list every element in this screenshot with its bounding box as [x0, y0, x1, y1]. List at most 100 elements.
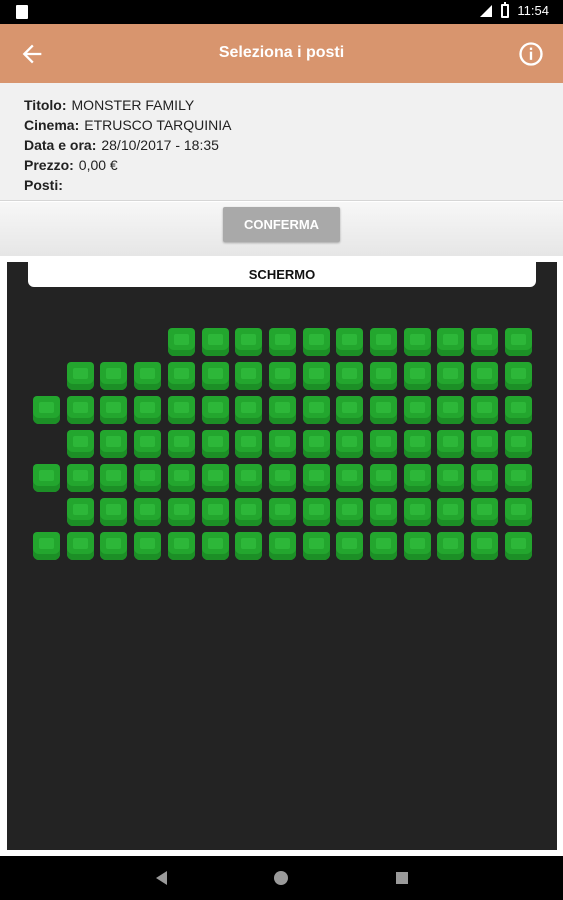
seat[interactable] [33, 464, 60, 492]
seat[interactable] [370, 464, 397, 492]
seat[interactable] [471, 532, 499, 560]
seat[interactable] [167, 498, 195, 526]
seat[interactable] [370, 396, 397, 424]
seat[interactable] [437, 532, 465, 560]
seat[interactable] [403, 464, 431, 492]
seat[interactable] [100, 430, 128, 458]
seat[interactable] [504, 362, 532, 390]
seat[interactable] [504, 396, 532, 424]
seat[interactable] [336, 532, 364, 560]
seat[interactable] [336, 430, 364, 458]
seat[interactable] [504, 328, 532, 356]
seat[interactable] [437, 362, 465, 390]
seat[interactable] [471, 430, 499, 458]
seat[interactable] [66, 464, 94, 492]
seat[interactable] [504, 464, 532, 492]
seat[interactable] [167, 362, 195, 390]
seat[interactable] [33, 532, 60, 560]
seat[interactable] [66, 362, 94, 390]
seat[interactable] [471, 464, 499, 492]
seat[interactable] [471, 396, 499, 424]
seat[interactable] [437, 328, 465, 356]
seat[interactable] [66, 430, 94, 458]
seat[interactable] [201, 362, 229, 390]
seat[interactable] [302, 396, 330, 424]
seat[interactable] [504, 532, 532, 560]
seat[interactable] [235, 396, 263, 424]
info-icon[interactable] [517, 40, 545, 68]
seat[interactable] [336, 464, 364, 492]
seat[interactable] [134, 498, 162, 526]
seat[interactable] [302, 464, 330, 492]
seat[interactable] [370, 498, 397, 526]
nav-recents-icon[interactable] [396, 872, 408, 884]
seat[interactable] [134, 396, 162, 424]
seat[interactable] [336, 328, 364, 356]
seat[interactable] [100, 396, 128, 424]
seat[interactable] [235, 328, 263, 356]
seat[interactable] [437, 396, 465, 424]
seat[interactable] [33, 396, 60, 424]
seat[interactable] [336, 498, 364, 526]
seat[interactable] [167, 328, 195, 356]
seat[interactable] [403, 396, 431, 424]
seat[interactable] [504, 430, 532, 458]
seat[interactable] [403, 362, 431, 390]
seat[interactable] [167, 532, 195, 560]
seat[interactable] [235, 498, 263, 526]
seat[interactable] [201, 396, 229, 424]
seat[interactable] [100, 362, 128, 390]
seat[interactable] [268, 498, 296, 526]
nav-home-icon[interactable] [274, 871, 288, 885]
seat[interactable] [100, 498, 128, 526]
seat[interactable] [201, 532, 229, 560]
seat[interactable] [302, 498, 330, 526]
seat[interactable] [336, 396, 364, 424]
seat[interactable] [302, 532, 330, 560]
seat[interactable] [268, 464, 296, 492]
seat[interactable] [336, 362, 364, 390]
seat[interactable] [302, 328, 330, 356]
seat[interactable] [471, 362, 499, 390]
seat[interactable] [134, 532, 162, 560]
seat[interactable] [134, 464, 162, 492]
seat[interactable] [403, 532, 431, 560]
seat[interactable] [370, 532, 397, 560]
seat[interactable] [167, 430, 195, 458]
seat[interactable] [66, 532, 94, 560]
seat[interactable] [167, 464, 195, 492]
seat[interactable] [403, 430, 431, 458]
seat[interactable] [100, 464, 128, 492]
seat[interactable] [235, 532, 263, 560]
nav-back-icon[interactable] [156, 871, 167, 885]
seat[interactable] [235, 362, 263, 390]
seat[interactable] [100, 532, 128, 560]
seat[interactable] [268, 532, 296, 560]
seat[interactable] [437, 464, 465, 492]
seat[interactable] [66, 396, 94, 424]
seat[interactable] [437, 498, 465, 526]
seat[interactable] [370, 362, 397, 390]
seat[interactable] [134, 430, 162, 458]
seat[interactable] [201, 328, 229, 356]
seat[interactable] [370, 328, 397, 356]
seat[interactable] [437, 430, 465, 458]
seat[interactable] [268, 328, 296, 356]
seat[interactable] [134, 362, 162, 390]
seat[interactable] [66, 498, 94, 526]
seat[interactable] [471, 328, 499, 356]
seat[interactable] [201, 464, 229, 492]
seat[interactable] [201, 498, 229, 526]
confirm-button[interactable]: CONFERMA [223, 207, 340, 242]
seat[interactable] [504, 498, 532, 526]
seat[interactable] [268, 430, 296, 458]
seat[interactable] [268, 396, 296, 424]
seat[interactable] [370, 430, 397, 458]
seat[interactable] [167, 396, 195, 424]
seat[interactable] [403, 498, 431, 526]
seat[interactable] [268, 362, 296, 390]
seat[interactable] [235, 430, 263, 458]
seat[interactable] [471, 498, 499, 526]
seat[interactable] [302, 430, 330, 458]
seat[interactable] [235, 464, 263, 492]
